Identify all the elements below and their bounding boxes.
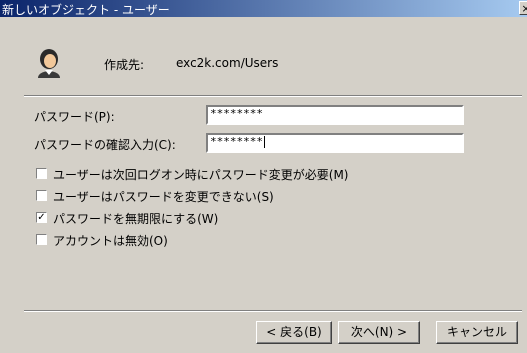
create-in-path: exc2k.com/Users: [176, 56, 279, 70]
header-area: [0, 17, 527, 87]
checkbox[interactable]: [36, 168, 47, 179]
cancel-button[interactable]: キャンセル: [436, 321, 518, 344]
back-button[interactable]: < 戻る(B): [256, 321, 332, 344]
confirm-password-input[interactable]: ********: [206, 133, 464, 153]
text-caret: [263, 136, 265, 148]
option-label: ユーザーはパスワードを変更できない(S): [53, 190, 274, 204]
checkbox[interactable]: [36, 234, 47, 245]
option-label: アカウントは無効(O): [53, 234, 168, 248]
title-bar[interactable]: 新しいオブジェクト - ユーザー ×: [0, 0, 527, 17]
confirm-password-value: ********: [210, 135, 263, 148]
option-label: ユーザーは次回ログオン時にパスワード変更が必要(M): [53, 168, 349, 182]
password-value: ********: [210, 107, 263, 120]
checkbox[interactable]: [36, 190, 47, 201]
checkbox-checked[interactable]: ✓: [36, 212, 47, 223]
user-icon: [38, 49, 60, 78]
divider: [24, 95, 522, 97]
create-in-label: 作成先:: [104, 58, 145, 72]
password-label: パスワード(P):: [34, 110, 115, 124]
option-label: パスワードを無期限にする(W): [53, 212, 219, 226]
next-button[interactable]: 次へ(N) >: [338, 321, 420, 344]
confirm-password-label: パスワードの確認入力(C):: [34, 138, 176, 152]
close-icon[interactable]: ×: [519, 1, 527, 15]
window-title: 新しいオブジェクト - ユーザー: [2, 3, 170, 17]
password-input[interactable]: ********: [206, 105, 464, 125]
footer-divider: [24, 310, 522, 312]
